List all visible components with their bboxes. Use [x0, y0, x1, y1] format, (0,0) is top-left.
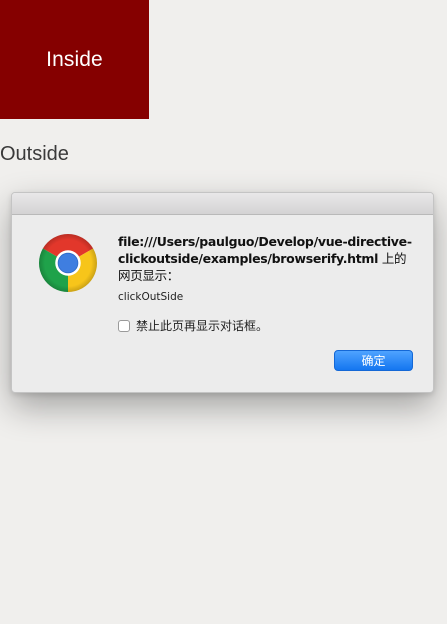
chrome-icon [39, 234, 97, 292]
ok-button[interactable]: 确定 [334, 350, 413, 371]
outside-label: Outside [0, 143, 69, 165]
inside-box[interactable]: Inside [0, 0, 149, 119]
suppress-dialogs-label[interactable]: 禁止此页再显示对话框。 [136, 317, 268, 334]
dialog-message: clickOutSide [118, 291, 184, 303]
dialog-title-url: file:///Users/paulguo/Develop/vue-direct… [118, 234, 412, 266]
suppress-dialogs-checkbox[interactable] [118, 319, 130, 332]
dialog-title: file:///Users/paulguo/Develop/vue-direct… [118, 233, 418, 284]
inside-label: Inside [46, 47, 103, 71]
dialog-titlebar[interactable] [12, 193, 433, 215]
alert-dialog: file:///Users/paulguo/Develop/vue-direct… [11, 192, 434, 393]
suppress-dialogs-row[interactable]: 禁止此页再显示对话框。 [118, 317, 268, 334]
